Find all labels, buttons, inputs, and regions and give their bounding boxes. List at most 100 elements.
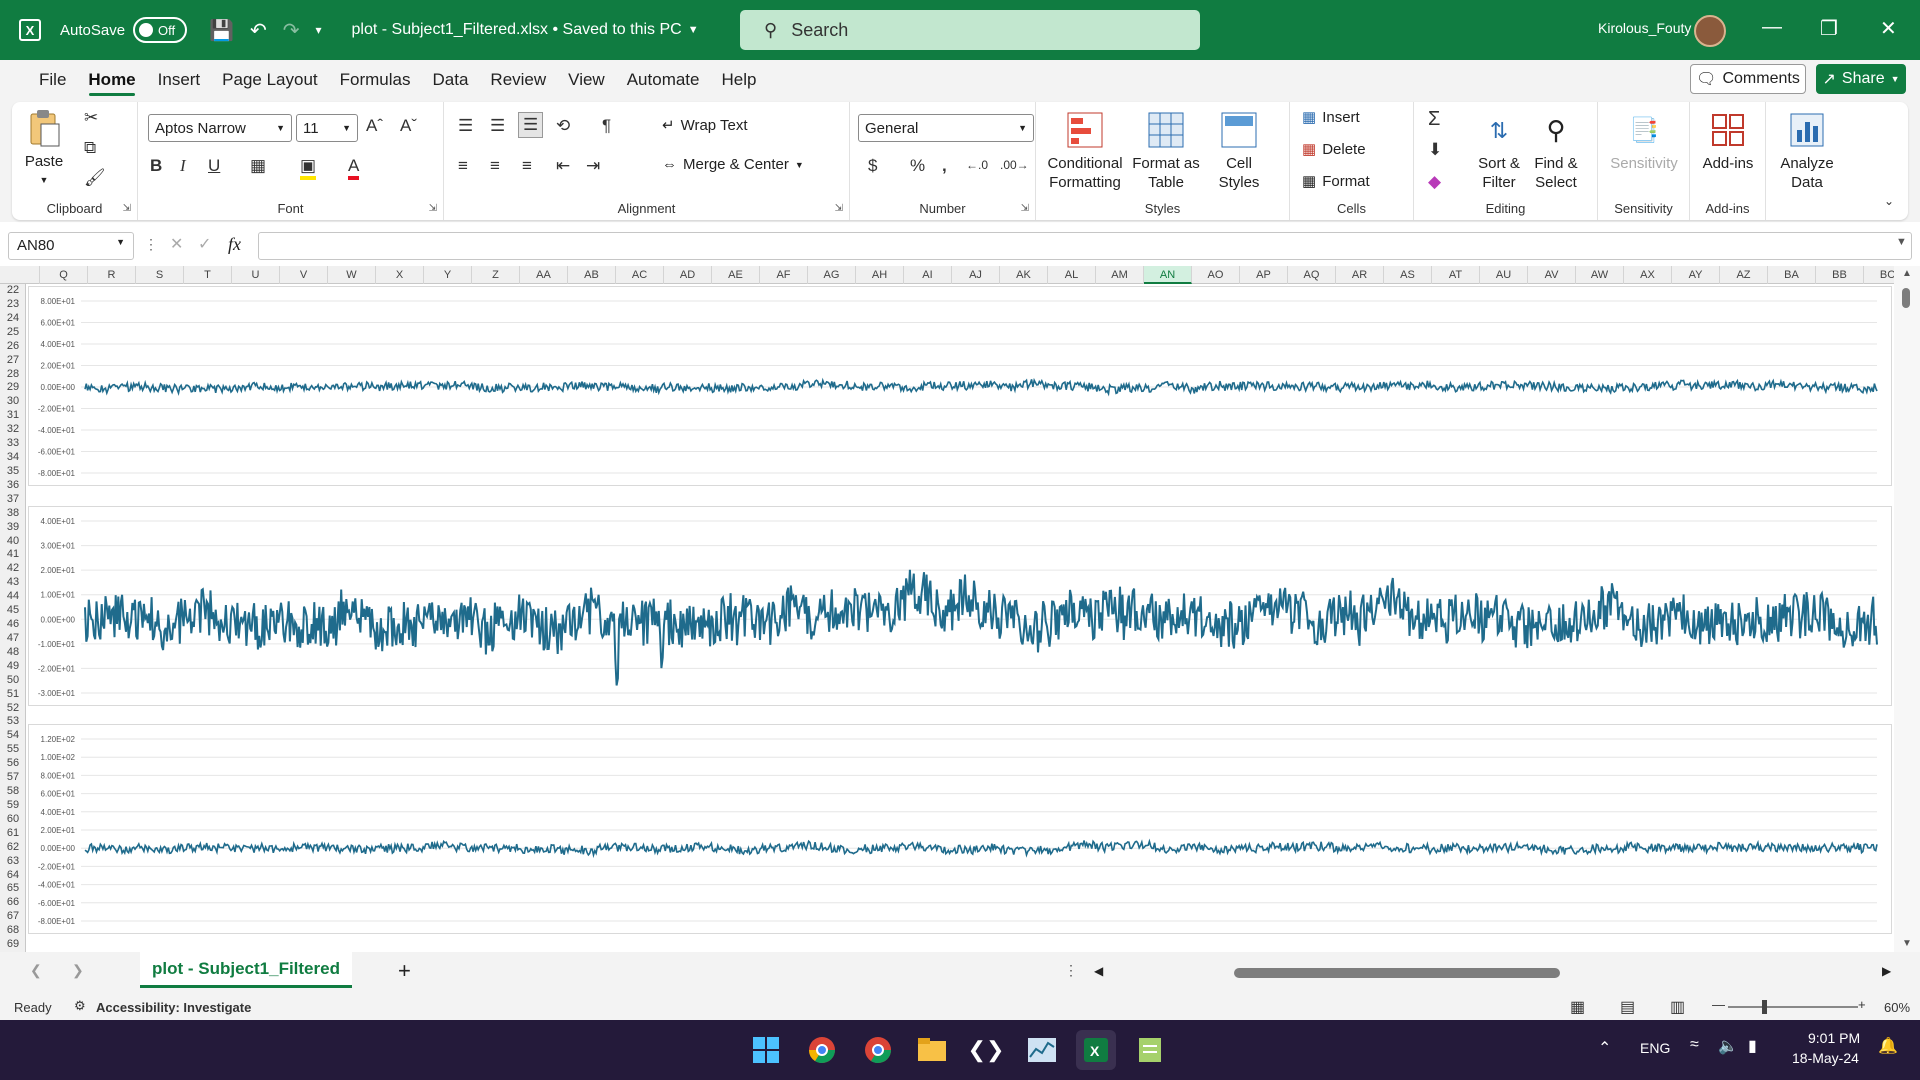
orientation-icon[interactable]: ⟲: [556, 116, 570, 136]
wrap-text-button[interactable]: ↵ Wrap Text: [662, 116, 748, 135]
row-header-67[interactable]: 67: [0, 910, 26, 924]
save-icon[interactable]: 💾: [209, 18, 234, 43]
row-header-48[interactable]: 48: [0, 646, 26, 660]
cells-area[interactable]: 8.00E+01 6.00E+01 4.00E+01 2.00E+01 0.00E+00…: [26, 284, 1894, 952]
zoom-slider-thumb[interactable]: [1762, 1000, 1767, 1014]
row-header-60[interactable]: 60: [0, 813, 26, 827]
column-header-ao[interactable]: AO: [1192, 266, 1240, 284]
vertical-scroll-thumb[interactable]: [1902, 288, 1910, 308]
chart-app-icon[interactable]: [1022, 1030, 1062, 1070]
row-header-51[interactable]: 51: [0, 688, 26, 702]
wifi-icon[interactable]: ≈: [1690, 1036, 1699, 1054]
chart-2[interactable]: 4.00E+01 3.00E+01 2.00E+01 1.00E+01 0.00E+00…: [28, 506, 1892, 706]
column-header-au[interactable]: AU: [1480, 266, 1528, 284]
chart-3[interactable]: 1.20E+02 1.00E+02 8.00E+01 6.00E+01 4.00E+01…: [28, 724, 1892, 934]
column-header-aq[interactable]: AQ: [1288, 266, 1336, 284]
column-header-u[interactable]: U: [232, 266, 280, 284]
row-header-31[interactable]: 31: [0, 409, 26, 423]
tab-data[interactable]: Data: [422, 60, 480, 100]
italic-icon[interactable]: I: [180, 156, 186, 176]
tray-chevron-icon[interactable]: ⌃: [1598, 1038, 1611, 1058]
expand-formula-icon[interactable]: ▼: [1896, 236, 1907, 248]
clock-date[interactable]: 18-May-24: [1792, 1050, 1859, 1066]
sort-filter-button[interactable]: ⇅ Sort & Filter: [1474, 110, 1524, 192]
paragraph-direction-icon[interactable]: ¶: [602, 116, 611, 136]
column-header-av[interactable]: AV: [1528, 266, 1576, 284]
column-header-am[interactable]: AM: [1096, 266, 1144, 284]
page-layout-view-icon[interactable]: ▤: [1620, 997, 1635, 1017]
tab-insert[interactable]: Insert: [147, 60, 212, 100]
formula-input[interactable]: [258, 232, 1912, 260]
tab-review[interactable]: Review: [479, 60, 557, 100]
column-header-an[interactable]: AN: [1144, 266, 1192, 284]
file-explorer-icon[interactable]: [912, 1030, 952, 1070]
zoom-level[interactable]: 60%: [1884, 1000, 1910, 1015]
column-header-al[interactable]: AL: [1048, 266, 1096, 284]
column-header-aw[interactable]: AW: [1576, 266, 1624, 284]
find-select-button[interactable]: ⚲ Find & Select: [1528, 110, 1584, 192]
column-header-ba[interactable]: BA: [1768, 266, 1816, 284]
accessibility-status[interactable]: Accessibility: Investigate: [96, 1000, 251, 1015]
row-header-55[interactable]: 55: [0, 743, 26, 757]
row-header-62[interactable]: 62: [0, 841, 26, 855]
scroll-down-icon[interactable]: ▼: [1902, 938, 1912, 949]
column-header-v[interactable]: V: [280, 266, 328, 284]
row-header-52[interactable]: 52: [0, 702, 26, 716]
row-header-25[interactable]: 25: [0, 326, 26, 340]
column-header-r[interactable]: R: [88, 266, 136, 284]
copy-icon[interactable]: ⧉: [84, 138, 96, 158]
search-box[interactable]: ⚲ Search: [740, 10, 1200, 50]
select-all-corner[interactable]: [0, 266, 40, 284]
column-header-ax[interactable]: AX: [1624, 266, 1672, 284]
avatar[interactable]: [1694, 15, 1726, 47]
autosave-toggle[interactable]: Off: [133, 17, 188, 43]
column-header-q[interactable]: Q: [40, 266, 88, 284]
column-header-aj[interactable]: AJ: [952, 266, 1000, 284]
comments-button[interactable]: 🗨 Comments: [1690, 64, 1806, 94]
column-header-af[interactable]: AF: [760, 266, 808, 284]
close-icon[interactable]: ✕: [1880, 16, 1897, 41]
dialog-launcher-icon[interactable]: ⇲: [123, 203, 131, 214]
column-header-ad[interactable]: AD: [664, 266, 712, 284]
bold-icon[interactable]: B: [150, 156, 162, 176]
row-header-22[interactable]: 22: [0, 284, 26, 298]
battery-icon[interactable]: ▮: [1748, 1036, 1757, 1056]
row-header-26[interactable]: 26: [0, 340, 26, 354]
scroll-right-icon[interactable]: ▶: [1882, 964, 1891, 978]
more-options-icon[interactable]: ⋮: [1064, 962, 1078, 979]
row-header-58[interactable]: 58: [0, 785, 26, 799]
column-header-x[interactable]: X: [376, 266, 424, 284]
column-header-z[interactable]: Z: [472, 266, 520, 284]
row-header-37[interactable]: 37: [0, 493, 26, 507]
column-header-ai[interactable]: AI: [904, 266, 952, 284]
row-header-61[interactable]: 61: [0, 827, 26, 841]
tab-page-layout[interactable]: Page Layout: [211, 60, 328, 100]
row-header-32[interactable]: 32: [0, 423, 26, 437]
row-header-54[interactable]: 54: [0, 729, 26, 743]
percent-icon[interactable]: %: [910, 156, 925, 176]
font-size-select[interactable]: 11 ▼: [296, 114, 358, 142]
row-header-66[interactable]: 66: [0, 896, 26, 910]
paste-button[interactable]: Paste ▼: [22, 108, 66, 190]
insert-function-icon[interactable]: fx: [228, 234, 241, 255]
autosum-icon[interactable]: Σ: [1428, 108, 1440, 131]
number-format-select[interactable]: General ▼: [858, 114, 1034, 142]
row-header-46[interactable]: 46: [0, 618, 26, 632]
enter-icon[interactable]: ✓: [198, 234, 211, 254]
clear-icon[interactable]: ◆: [1428, 172, 1441, 192]
notepad-icon[interactable]: [1130, 1030, 1170, 1070]
chrome-icon[interactable]: [802, 1030, 842, 1070]
increase-font-icon[interactable]: Aˆ: [366, 116, 383, 136]
row-header-49[interactable]: 49: [0, 660, 26, 674]
document-title[interactable]: plot - Subject1_Filtered.xlsx • Saved to…: [352, 21, 699, 39]
row-header-27[interactable]: 27: [0, 354, 26, 368]
accessibility-icon[interactable]: ⚙: [74, 998, 86, 1014]
row-header-23[interactable]: 23: [0, 298, 26, 312]
font-name-select[interactable]: Aptos Narrow ▼: [148, 114, 292, 142]
tab-formulas[interactable]: Formulas: [329, 60, 422, 100]
row-header-28[interactable]: 28: [0, 368, 26, 382]
tab-view[interactable]: View: [557, 60, 616, 100]
row-header-47[interactable]: 47: [0, 632, 26, 646]
increase-decimal-icon[interactable]: ←.0: [966, 158, 988, 172]
row-header-42[interactable]: 42: [0, 562, 26, 576]
